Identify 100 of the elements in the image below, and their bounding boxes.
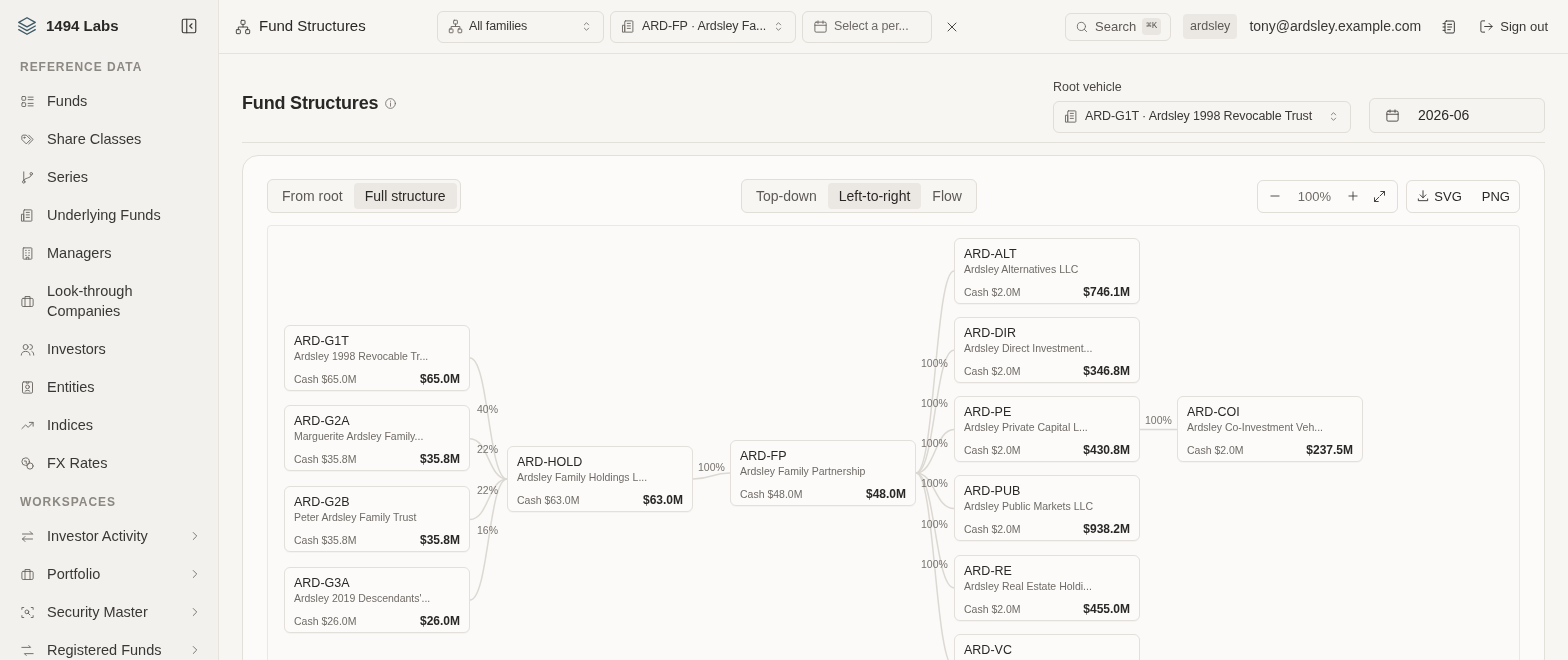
entity-node[interactable]: ARD-PUB Ardsley Public Markets LLC Cash $2.0M $938.2M bbox=[954, 475, 1140, 542]
node-total: $746.1M bbox=[1083, 283, 1130, 301]
node-name: Ardsley Alternatives LLC bbox=[964, 261, 1080, 276]
share-label: 22% bbox=[477, 442, 498, 458]
arrows-icon bbox=[20, 642, 35, 658]
node-total: $938.2M bbox=[1083, 521, 1130, 539]
entity-node[interactable]: ARD-COI Ardsley Co-Investment Veh... Cash $2.0M $237.5M bbox=[1177, 396, 1363, 463]
id-badge-icon bbox=[20, 379, 35, 395]
family-select[interactable]: All families bbox=[437, 10, 604, 43]
node-code: ARD-HOLD bbox=[517, 453, 584, 470]
node-cash: Cash $2.0M bbox=[964, 363, 1021, 379]
layout-tab-tab[interactable]: Left-to-right bbox=[827, 183, 922, 210]
notebook-icon[interactable] bbox=[1441, 18, 1458, 35]
node-cash: Cash $26.0M bbox=[294, 613, 357, 629]
node-code: ARD-PUB bbox=[964, 483, 1022, 500]
sidebar-item[interactable]: Share Classes bbox=[0, 120, 218, 158]
sidebar-item[interactable]: Series bbox=[0, 158, 218, 196]
sidebar-item[interactable]: Managers bbox=[0, 234, 218, 272]
entity-node[interactable]: ARD-G2B Peter Ardsley Family Trust Cash $35.8M $35.8M bbox=[284, 486, 470, 553]
node-total: $63.0M bbox=[642, 491, 683, 509]
sidebar-item[interactable]: Security Master bbox=[0, 593, 218, 631]
share-label: 100% bbox=[921, 436, 948, 452]
entity-node[interactable]: ARD-G3A Ardsley 2019 Descendants'... Cash $26.0M $26.0M bbox=[284, 566, 470, 633]
sidebar-item[interactable]: Investors bbox=[0, 330, 218, 368]
node-total: $65.0M bbox=[419, 370, 460, 388]
entity-node[interactable]: ARD-G2A Marguerite Ardsley Family... Cash $35.8M $35.8M bbox=[284, 405, 470, 472]
share-label: 100% bbox=[921, 516, 948, 532]
entity-node[interactable]: ARD-FP Ardsley Family Partnership Cash $48.0M $48.0M bbox=[730, 439, 916, 506]
layout-tab-tab[interactable]: Flow bbox=[921, 183, 973, 210]
node-cash: Cash $63.0M bbox=[517, 492, 580, 508]
logo-icon bbox=[16, 15, 38, 37]
node-name: Peter Ardsley Family Trust bbox=[294, 510, 418, 525]
export-button[interactable]: PNG bbox=[1468, 186, 1511, 206]
share-label: 100% bbox=[1145, 413, 1172, 429]
hierarchy-icon bbox=[235, 18, 251, 35]
hierarchy-icon bbox=[448, 19, 463, 34]
scan-icon bbox=[20, 604, 35, 620]
node-name: Ardsley Direct Investment... bbox=[964, 340, 1094, 355]
node-code: ARD-ALT bbox=[964, 245, 1018, 262]
sidebar-item[interactable]: Entities bbox=[0, 368, 218, 406]
entity-node[interactable]: ARD-RE Ardsley Real Estate Holdi... Cash $2.0M $455.0M bbox=[954, 554, 1140, 621]
sign-out-button[interactable]: Sign out bbox=[1479, 16, 1548, 37]
share-label: 100% bbox=[921, 556, 948, 572]
share-label: 40% bbox=[477, 401, 498, 417]
period-picker[interactable]: 2026-06 bbox=[1369, 97, 1545, 133]
section-heading: REFERENCE DATA bbox=[19, 59, 144, 76]
sidebar-item[interactable]: Registered Funds bbox=[0, 631, 218, 660]
scope-tab-tab[interactable]: From root bbox=[271, 183, 354, 210]
building-icon bbox=[621, 19, 636, 34]
field-label: Root vehicle bbox=[1053, 79, 1123, 96]
building-icon bbox=[20, 207, 35, 223]
node-name: Ardsley Real Estate Holdi... bbox=[964, 578, 1093, 593]
period-select[interactable]: Select a per... bbox=[802, 10, 932, 43]
share-label: 100% bbox=[921, 355, 948, 371]
export-button[interactable]: SVG bbox=[1415, 186, 1463, 206]
search-button[interactable]: Search ⌘K bbox=[1065, 12, 1172, 41]
page-title: Fund Structures bbox=[259, 16, 366, 37]
node-name: Ardsley 1998 Revocable Tr... bbox=[294, 348, 430, 363]
root-vehicle-select[interactable]: ARD-G1T · Ardsley 1998 Revocable Trust bbox=[1053, 100, 1351, 133]
list-icon bbox=[20, 93, 35, 109]
node-name: Ardsley Private Capital L... bbox=[964, 420, 1089, 435]
node-total: $26.0M bbox=[419, 612, 460, 630]
node-cash: Cash $35.8M bbox=[294, 533, 357, 549]
arrows-icon bbox=[20, 528, 35, 544]
node-cash: Cash $48.0M bbox=[740, 486, 803, 502]
node-name: Ardsley Co-Investment Veh... bbox=[1187, 420, 1324, 435]
building-icon bbox=[20, 245, 35, 261]
sidebar-item[interactable]: FX Rates bbox=[0, 444, 218, 482]
node-cash: Cash $2.0M bbox=[964, 522, 1021, 538]
node-total: $430.8M bbox=[1083, 442, 1130, 460]
scope-tab-tab[interactable]: Full structure bbox=[353, 183, 457, 210]
entity-node[interactable]: ARD-VC bbox=[954, 633, 1140, 660]
fullscreen-icon[interactable] bbox=[1372, 188, 1388, 204]
node-code: ARD-VC bbox=[964, 641, 1013, 658]
node-code: ARD-PE bbox=[964, 404, 1013, 421]
node-name: Ardsley Family Holdings L... bbox=[517, 469, 649, 484]
sidebar-item[interactable]: Funds bbox=[0, 82, 218, 120]
sidebar-item[interactable]: Portfolio bbox=[0, 555, 218, 593]
entity-node[interactable]: ARD-G1T Ardsley 1998 Revocable Tr... Cash $65.0M $65.0M bbox=[284, 324, 470, 391]
tenant-badge: ardsley bbox=[1183, 14, 1238, 39]
collapse-sidebar-icon[interactable] bbox=[180, 17, 198, 35]
share-label: 16% bbox=[477, 523, 498, 539]
sidebar-item[interactable]: Investor Activity bbox=[0, 517, 218, 555]
node-name: Ardsley 2019 Descendants'... bbox=[294, 590, 432, 605]
layout-tab-tab[interactable]: Top-down bbox=[745, 183, 828, 210]
entity-node[interactable]: ARD-HOLD Ardsley Family Holdings L... Cash $63.0M $63.0M bbox=[507, 445, 693, 512]
sidebar-item[interactable]: Underlying Funds bbox=[0, 196, 218, 234]
sidebar-item[interactable]: Indices bbox=[0, 406, 218, 444]
entity-node[interactable]: ARD-ALT Ardsley Alternatives LLC Cash $2.0M $746.1M bbox=[954, 237, 1140, 304]
node-code: ARD-G2B bbox=[294, 494, 351, 511]
vehicle-select[interactable]: ARD-FP · Ardsley Fa... bbox=[610, 10, 796, 43]
node-cash: Cash $35.8M bbox=[294, 452, 357, 468]
share-label: 100% bbox=[698, 459, 725, 475]
sidebar-item[interactable]: Look-through Companies bbox=[0, 272, 218, 330]
entity-node[interactable]: ARD-DIR Ardsley Direct Investment... Cash $2.0M $346.8M bbox=[954, 316, 1140, 383]
calendar-icon bbox=[1385, 107, 1400, 123]
shortcut-key: ⌘K bbox=[1142, 17, 1162, 36]
users-icon bbox=[20, 341, 35, 357]
connector-line bbox=[1139, 428, 1178, 430]
entity-node[interactable]: ARD-PE Ardsley Private Capital L... Cash $2.0M $430.8M bbox=[954, 396, 1140, 463]
